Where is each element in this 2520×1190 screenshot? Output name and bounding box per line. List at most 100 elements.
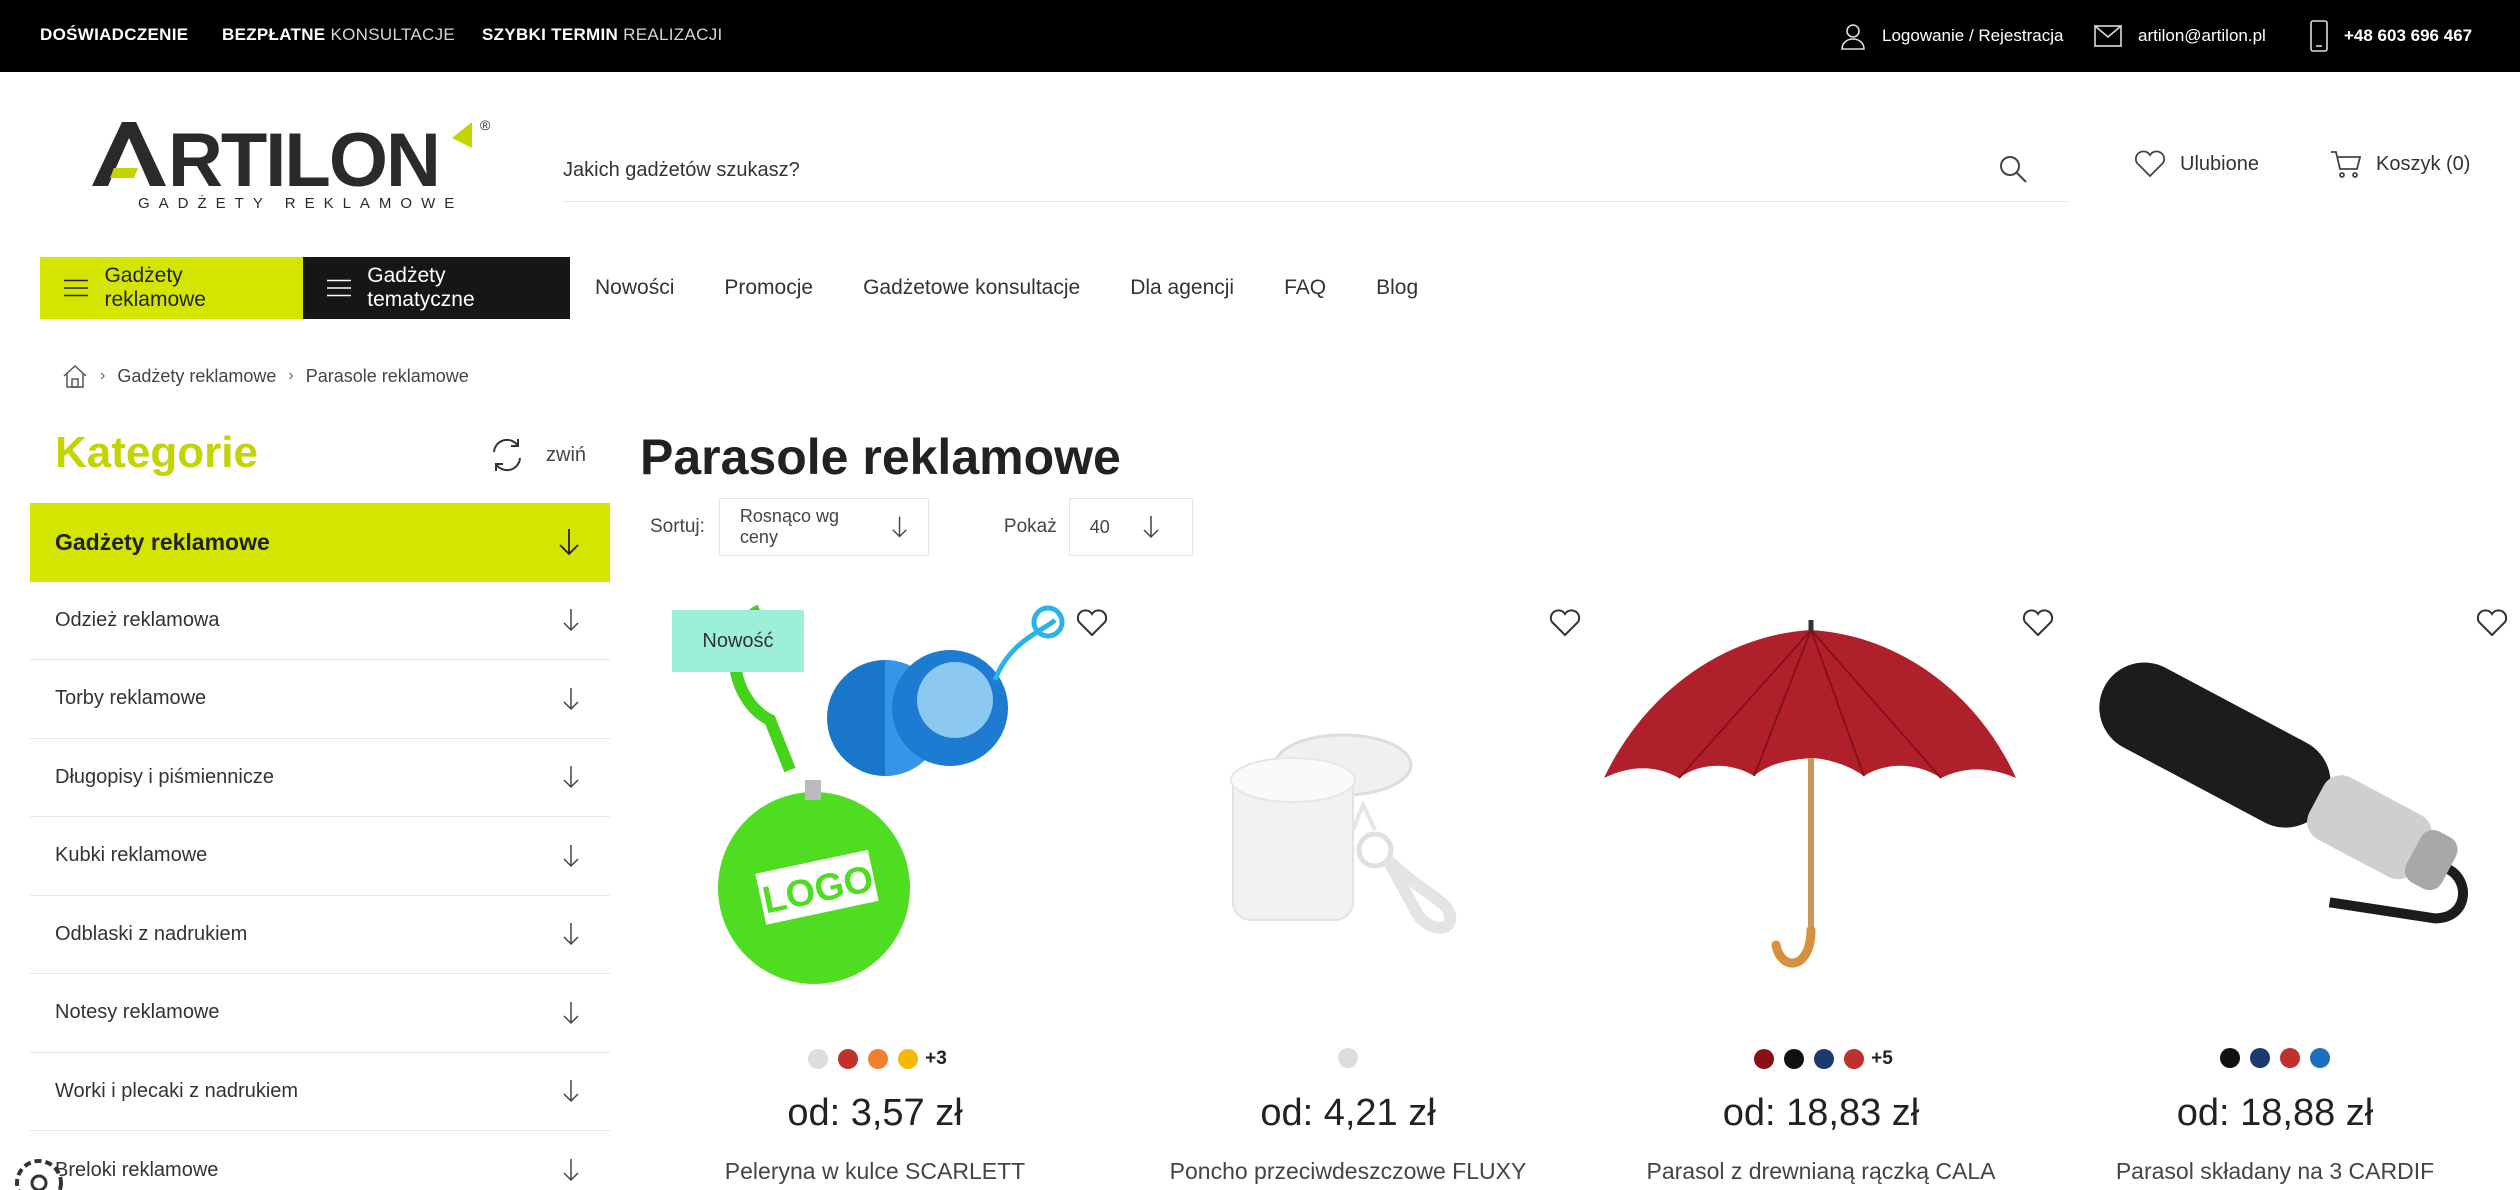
login-link[interactable]: Logowanie / Rejestracja xyxy=(1840,20,2063,52)
breadcrumb-umbrellas[interactable]: Parasole reklamowe xyxy=(306,366,469,387)
show-label: Pokaż xyxy=(1003,516,1057,537)
arrow-down-icon xyxy=(563,923,579,946)
favorite-heart-icon[interactable] xyxy=(2476,608,2508,638)
arrow-down-icon xyxy=(892,516,907,538)
category-label: Odzież reklamowa xyxy=(55,608,220,631)
more-colors[interactable]: +3 xyxy=(925,1048,947,1070)
category-item[interactable]: Breloki reklamowe xyxy=(30,1131,610,1190)
svg-text:GADŻETY REKLAMOWE: GADŻETY REKLAMOWE xyxy=(138,194,463,212)
product-image[interactable] xyxy=(1113,600,1583,1000)
collapse-button[interactable]: zwiń xyxy=(488,436,586,474)
cart-label: Koszyk (0) xyxy=(2376,152,2471,175)
nav-link-blog[interactable]: Blog xyxy=(1376,276,1418,300)
color-swatch[interactable] xyxy=(2310,1048,2330,1068)
product-image[interactable] xyxy=(1586,600,2056,1000)
favorite-heart-icon[interactable] xyxy=(1076,608,1108,638)
promo-consultation-bold: BEZPŁATNE xyxy=(222,25,326,44)
category-item[interactable]: Odzież reklamowa xyxy=(30,582,610,660)
cart-link[interactable]: Koszyk (0) xyxy=(2330,148,2470,180)
color-swatch[interactable] xyxy=(868,1049,889,1069)
color-swatches: +5 xyxy=(1586,1048,2056,1070)
home-icon[interactable] xyxy=(62,364,88,388)
logo-graphic: RTILON ® GADŻETY REKLAMOWE xyxy=(92,117,491,212)
promo-fast-delivery: SZYBKI TERMIN REALIZACJI xyxy=(482,25,723,45)
color-swatch[interactable] xyxy=(2220,1048,2240,1068)
nav-gadgets-label: Gadżety reklamowe xyxy=(104,264,206,311)
envelope-icon xyxy=(2094,25,2122,47)
color-swatch[interactable] xyxy=(838,1049,859,1069)
category-item-active[interactable]: Gadżety reklamowe xyxy=(30,503,610,582)
show-select[interactable]: 40 xyxy=(1068,498,1193,556)
nav-link-promotions[interactable]: Promocje xyxy=(724,276,813,300)
show-value: 40 xyxy=(1089,516,1110,537)
nav-link-faq[interactable]: FAQ xyxy=(1284,276,1326,300)
color-swatches: +3 xyxy=(640,1048,1110,1070)
nav-thematic-button[interactable]: Gadżety tematyczne xyxy=(303,257,570,319)
product-card[interactable]: od: 4,21 zł Poncho przeciwdeszczowe FLUX… xyxy=(1113,600,1583,1190)
product-card[interactable]: LOGO Nowość +3 od: 3,57 zł Peleryna w ku… xyxy=(640,600,1110,1190)
cart-icon xyxy=(2331,151,2362,178)
promo-experience: DOŚWIADCZENIE xyxy=(40,25,188,45)
collapse-label: zwiń xyxy=(546,443,587,466)
phone-link[interactable]: +48 603 696 467 xyxy=(2310,20,2472,52)
top-bar: DOŚWIADCZENIE BEZPŁATNE KONSULTACJE SZYB… xyxy=(0,0,2520,72)
chevron-right-icon: › xyxy=(288,367,294,384)
product-image[interactable] xyxy=(2040,600,2510,1000)
color-swatch[interactable] xyxy=(2280,1048,2300,1068)
sort-select[interactable]: Rosnąco wg ceny xyxy=(718,498,929,556)
color-swatches xyxy=(1113,1048,1583,1068)
nav-gadgets-button[interactable]: Gadżety reklamowe xyxy=(40,257,303,319)
page-title: Parasole reklamowe xyxy=(640,429,1121,485)
category-item[interactable]: Odblaski z nadrukiem xyxy=(30,896,610,974)
svg-text:RTILON: RTILON xyxy=(168,118,439,203)
product-name[interactable]: Parasol z drewnianą rączką CALA xyxy=(1586,1158,2056,1185)
favorite-heart-icon[interactable] xyxy=(1549,608,1581,638)
color-swatches xyxy=(2040,1048,2510,1068)
category-item[interactable]: Długopisy i piśmiennicze xyxy=(30,739,610,817)
favorites-link[interactable]: Ulubione xyxy=(2134,148,2259,180)
arrow-down-icon xyxy=(563,844,579,867)
refresh-icon xyxy=(493,438,521,472)
nav-link-consultations[interactable]: Gadżetowe konsultacje xyxy=(863,276,1080,300)
more-colors[interactable]: +5 xyxy=(1871,1048,1893,1070)
category-item[interactable]: Worki i plecaki z nadrukiem xyxy=(30,1053,610,1131)
favorites-label: Ulubione xyxy=(2180,152,2259,175)
nav-link-news[interactable]: Nowości xyxy=(595,276,674,300)
color-swatch[interactable] xyxy=(2250,1048,2270,1068)
product-name[interactable]: Parasol składany na 3 CARDIF xyxy=(2040,1158,2510,1185)
arrow-down-icon xyxy=(563,609,579,632)
email-link[interactable]: artilon@artilon.pl xyxy=(2094,20,2266,52)
product-name[interactable]: Peleryna w kulce SCARLETT xyxy=(640,1158,1110,1185)
arrow-down-icon xyxy=(563,1001,579,1024)
color-swatch[interactable] xyxy=(1338,1048,1358,1068)
breadcrumb-gadgets[interactable]: Gadżety reklamowe xyxy=(117,366,276,387)
product-card[interactable]: +5 od: 18,83 zł Parasol z drewnianą rącz… xyxy=(1586,600,2056,1190)
product-card[interactable]: od: 18,88 zł Parasol składany na 3 CARDI… xyxy=(2040,600,2510,1190)
search-icon[interactable] xyxy=(1998,154,2028,184)
color-swatch[interactable] xyxy=(1844,1049,1865,1069)
hamburger-icon xyxy=(64,279,89,297)
color-swatch[interactable] xyxy=(898,1049,919,1069)
color-swatch[interactable] xyxy=(1754,1049,1775,1069)
artilon-logo[interactable]: RTILON ® GADŻETY REKLAMOWE xyxy=(88,116,498,216)
arrow-down-icon xyxy=(1143,516,1159,539)
promo-consultation: BEZPŁATNE KONSULTACJE xyxy=(222,25,455,45)
sort-bar: Sortuj: Rosnąco wg ceny Pokaż 40 xyxy=(650,498,1193,556)
category-item[interactable]: Notesy reklamowe xyxy=(30,974,610,1053)
color-swatch[interactable] xyxy=(808,1049,829,1069)
search-input[interactable] xyxy=(563,140,1963,200)
product-price: od: 18,88 zł xyxy=(2176,1092,2374,1134)
main-nav: Gadżety reklamowe Gadżety tematyczne Now… xyxy=(40,257,1468,319)
color-swatch[interactable] xyxy=(1814,1049,1835,1069)
breadcrumb: › Gadżety reklamowe › Parasole reklamowe xyxy=(62,362,469,390)
arrow-down-icon xyxy=(559,529,579,556)
settings-gear-icon[interactable] xyxy=(14,1158,64,1190)
product-name[interactable]: Poncho przeciwdeszczowe FLUXY xyxy=(1113,1158,1583,1185)
color-swatch[interactable] xyxy=(1784,1049,1805,1069)
category-label: Notesy reklamowe xyxy=(55,1001,220,1024)
category-item[interactable]: Torby reklamowe xyxy=(30,660,610,739)
hamburger-icon xyxy=(327,279,352,297)
nav-link-agencies[interactable]: Dla agencji xyxy=(1130,276,1234,300)
category-item[interactable]: Kubki reklamowe xyxy=(30,817,610,896)
sort-value: Rosnąco wg ceny xyxy=(739,506,839,547)
